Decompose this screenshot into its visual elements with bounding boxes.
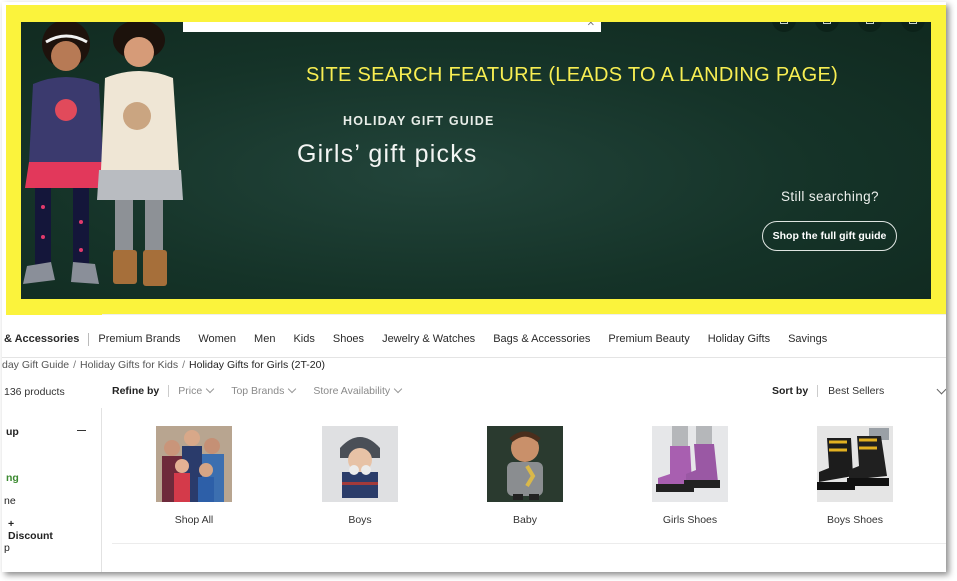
nav-item-kids[interactable]: Kids xyxy=(284,333,323,345)
shop-gift-guide-button[interactable]: Shop the full gift guide xyxy=(762,221,897,251)
filter-top-brands-dropdown[interactable]: Top Brands xyxy=(231,384,313,397)
tile-label: Boys Shoes xyxy=(826,514,884,526)
sort-dropdown[interactable]: Sort by Best Sellers xyxy=(772,384,946,397)
filter-store-availability-label: Store Availability xyxy=(313,385,391,397)
collapse-icon[interactable] xyxy=(77,430,86,431)
filter-store-availability-dropdown[interactable]: Store Availability xyxy=(313,384,419,397)
sidebar-divider xyxy=(101,408,102,572)
category-tiles: Shop All Boys Baby Girls Shoes Boys Shoe… xyxy=(112,426,946,536)
main-nav: & Accessories Premium Brands Women Men K… xyxy=(2,328,836,350)
breadcrumb-item-gift-guide[interactable]: day Gift Guide xyxy=(2,359,69,371)
nav-item-savings[interactable]: Savings xyxy=(779,333,836,345)
hero-banner[interactable]: ✕ SITE SEARCH FEATURE (LEADS TO A LANDIN… xyxy=(21,22,931,299)
filter-top-brands-label: Top Brands xyxy=(231,385,285,397)
divider xyxy=(102,314,946,315)
header-icons xyxy=(772,22,925,32)
boy-photo xyxy=(322,426,398,502)
nav-divider xyxy=(2,357,946,358)
nav-item-premium-brands[interactable]: Premium Brands xyxy=(89,333,189,345)
hero-kicker: HOLIDAY GIFT GUIDE xyxy=(343,114,495,128)
tile-label: Shop All xyxy=(174,514,214,526)
sort-separator xyxy=(817,385,819,397)
refine-label: Refine by xyxy=(112,385,160,397)
store-icon[interactable] xyxy=(772,22,796,32)
breadcrumb-item-current: Holiday Gifts for Girls (2T-20) xyxy=(189,359,325,371)
heart-icon[interactable] xyxy=(858,22,882,32)
tile-label: Baby xyxy=(513,514,537,526)
baby-photo xyxy=(487,426,563,502)
category-tile-boys-shoes[interactable]: Boys Shoes xyxy=(814,426,896,526)
bag-icon[interactable] xyxy=(815,22,839,32)
tiles-divider xyxy=(112,543,946,544)
category-tile-shop-all[interactable]: Shop All xyxy=(153,426,235,526)
nav-item-jewelry-watches[interactable]: Jewelry & Watches xyxy=(373,333,484,345)
nav-item-premium-beauty[interactable]: Premium Beauty xyxy=(599,333,698,345)
sidebar-item-discount[interactable]: + Discount xyxy=(8,518,53,542)
sidebar-item[interactable]: p xyxy=(4,542,10,554)
breadcrumb-separator: / xyxy=(182,359,186,371)
chevron-down-icon xyxy=(936,384,946,395)
chevron-down-icon xyxy=(288,384,297,394)
nav-item-holiday-gifts[interactable]: Holiday Gifts xyxy=(699,333,779,345)
breadcrumb-separator: / xyxy=(73,359,77,371)
category-tile-baby[interactable]: Baby xyxy=(484,426,566,526)
sort-value: Best Sellers xyxy=(828,385,885,397)
category-tile-girls-shoes[interactable]: Girls Shoes xyxy=(649,426,731,526)
nav-item-bags-accessories[interactable]: Bags & Accessories xyxy=(484,333,599,345)
chevron-down-icon xyxy=(205,384,215,394)
sidebar-item[interactable]: ne xyxy=(4,495,16,507)
filter-price-dropdown[interactable]: Price xyxy=(178,384,231,397)
chevron-down-icon xyxy=(393,384,403,394)
hero-still-searching: Still searching? xyxy=(781,189,879,204)
breadcrumb: day Gift Guide / Holiday Gifts for Kids … xyxy=(2,359,325,371)
cart-icon[interactable] xyxy=(901,22,925,32)
sidebar-group-heading[interactable]: up xyxy=(6,426,19,438)
filter-price-label: Price xyxy=(178,385,203,397)
girls-boots-photo xyxy=(652,426,728,502)
sidebar-item-active[interactable]: ng xyxy=(6,472,19,484)
clear-icon[interactable]: ✕ xyxy=(587,22,595,29)
tile-label: Boys xyxy=(348,514,372,526)
refine-separator xyxy=(168,385,170,397)
nav-item-women[interactable]: Women xyxy=(189,333,245,345)
annotation-label: SITE SEARCH FEATURE (LEADS TO A LANDING … xyxy=(306,64,839,86)
refine-bar: Refine by Price Top Brands Store Availab… xyxy=(112,384,419,397)
search-input[interactable]: ✕ xyxy=(183,22,601,32)
nav-item-men[interactable]: Men xyxy=(245,333,284,345)
boys-boots-photo xyxy=(817,426,893,502)
tile-label: Girls Shoes xyxy=(662,514,718,526)
sidebar-item-partial[interactable]: ... xyxy=(12,566,20,572)
sort-label: Sort by xyxy=(772,385,809,397)
kids-photo xyxy=(23,22,183,286)
breadcrumb-item-gifts-for-kids[interactable]: Holiday Gifts for Kids xyxy=(80,359,178,371)
product-count: 136 products xyxy=(4,386,65,398)
hero-title: Girls’ gift picks xyxy=(297,140,478,168)
screenshot-frame: ✕ SITE SEARCH FEATURE (LEADS TO A LANDIN… xyxy=(2,2,946,572)
category-tile-boys[interactable]: Boys xyxy=(319,426,401,526)
nav-item-accessories[interactable]: & Accessories xyxy=(2,333,88,345)
group-photo xyxy=(156,426,232,502)
nav-item-shoes[interactable]: Shoes xyxy=(324,333,373,345)
